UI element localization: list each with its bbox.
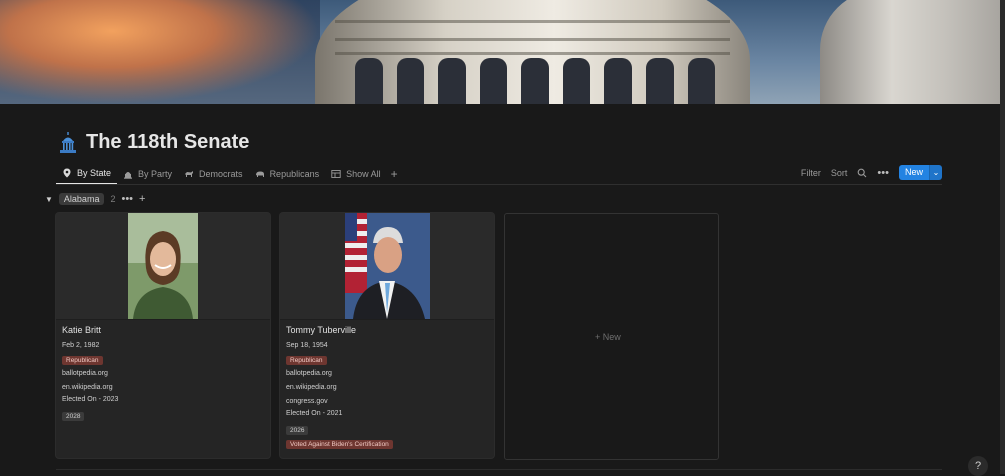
elected-on: Elected On - 2021 (286, 410, 343, 417)
chevron-down-icon[interactable]: ⌄ (929, 165, 942, 180)
view-tabs: By State By Party Democrats Republicans … (56, 163, 402, 185)
portrait-image (345, 213, 430, 319)
add-view-button[interactable]: + (387, 167, 402, 181)
tab-label: Democrats (199, 169, 243, 179)
donkey-icon (185, 171, 194, 177)
elephant-icon (255, 171, 264, 177)
new-card-label: + New (595, 332, 621, 342)
party-tag: Republican (62, 356, 103, 365)
tab-label: Republicans (269, 169, 320, 179)
group-toggle-icon[interactable]: ▼ (45, 195, 53, 204)
database-toolbar: Filter Sort ••• New ⌄ (801, 165, 942, 180)
tab-label: By Party (138, 169, 173, 179)
table-icon (331, 170, 341, 178)
tab-show-all[interactable]: Show All (325, 164, 387, 184)
term-end-tag: 2028 (62, 412, 85, 421)
capitol-outline-icon (124, 172, 133, 179)
tab-label: By State (77, 168, 112, 178)
party-tag: Republican (286, 356, 327, 365)
more-options-icon[interactable]: ••• (877, 167, 889, 179)
tab-label: Show All (346, 169, 381, 179)
board-divider (56, 469, 942, 470)
group-header: ▼ Alabama 2 ••• + (45, 193, 145, 205)
birth-date: Feb 2, 1982 (62, 342, 100, 349)
link-congress[interactable]: congress.gov (286, 398, 328, 405)
map-pin-icon (63, 168, 71, 178)
plus-icon: + (595, 332, 601, 342)
link-ballotpedia[interactable]: ballotpedia.org (62, 370, 108, 377)
filter-button[interactable]: Filter (801, 168, 821, 178)
group-count: 2 (110, 194, 116, 204)
card-cover (56, 213, 270, 320)
page-title[interactable]: The 118th Senate (86, 131, 249, 154)
term-end-tag: 2026 (286, 426, 309, 435)
sort-button[interactable]: Sort (831, 168, 848, 178)
group-name: Alabama (58, 193, 105, 205)
card-cover (280, 213, 494, 320)
cover-image (0, 0, 1000, 104)
help-button[interactable]: ? (968, 456, 988, 476)
link-ballotpedia[interactable]: ballotpedia.org (286, 370, 332, 377)
search-icon[interactable] (857, 168, 867, 178)
link-wikipedia[interactable]: en.wikipedia.org (62, 384, 113, 391)
capitol-icon[interactable] (59, 131, 77, 154)
birth-date: Sep 18, 1954 (286, 342, 328, 349)
new-button-label[interactable]: New (898, 165, 929, 180)
scrollbar[interactable] (1000, 0, 1005, 474)
new-button[interactable]: New ⌄ (898, 165, 942, 180)
tab-by-state[interactable]: By State (56, 164, 118, 185)
card-title: Tommy Tuberville (286, 325, 357, 335)
card-tommy-tuberville[interactable]: Tommy Tuberville Sep 18, 1954 Republican… (280, 213, 494, 458)
page-header: The 118th Senate (59, 131, 249, 154)
group-more-icon[interactable]: ••• (121, 193, 133, 205)
group-add-icon[interactable]: + (139, 193, 145, 205)
tabs-divider (56, 184, 942, 185)
new-card-button[interactable]: + New (504, 213, 719, 460)
elected-on: Elected On - 2023 (62, 396, 119, 403)
note-tag: Voted Against Biden's Certification (286, 440, 393, 449)
tab-democrats[interactable]: Democrats (178, 164, 249, 184)
tab-republicans[interactable]: Republicans (249, 164, 326, 184)
tab-by-party[interactable]: By Party (117, 164, 178, 184)
card-title: Katie Britt (62, 325, 102, 335)
link-wikipedia[interactable]: en.wikipedia.org (286, 384, 337, 391)
portrait-image (128, 213, 198, 319)
card-katie-britt[interactable]: Katie Britt Feb 2, 1982 Republican ballo… (56, 213, 270, 458)
